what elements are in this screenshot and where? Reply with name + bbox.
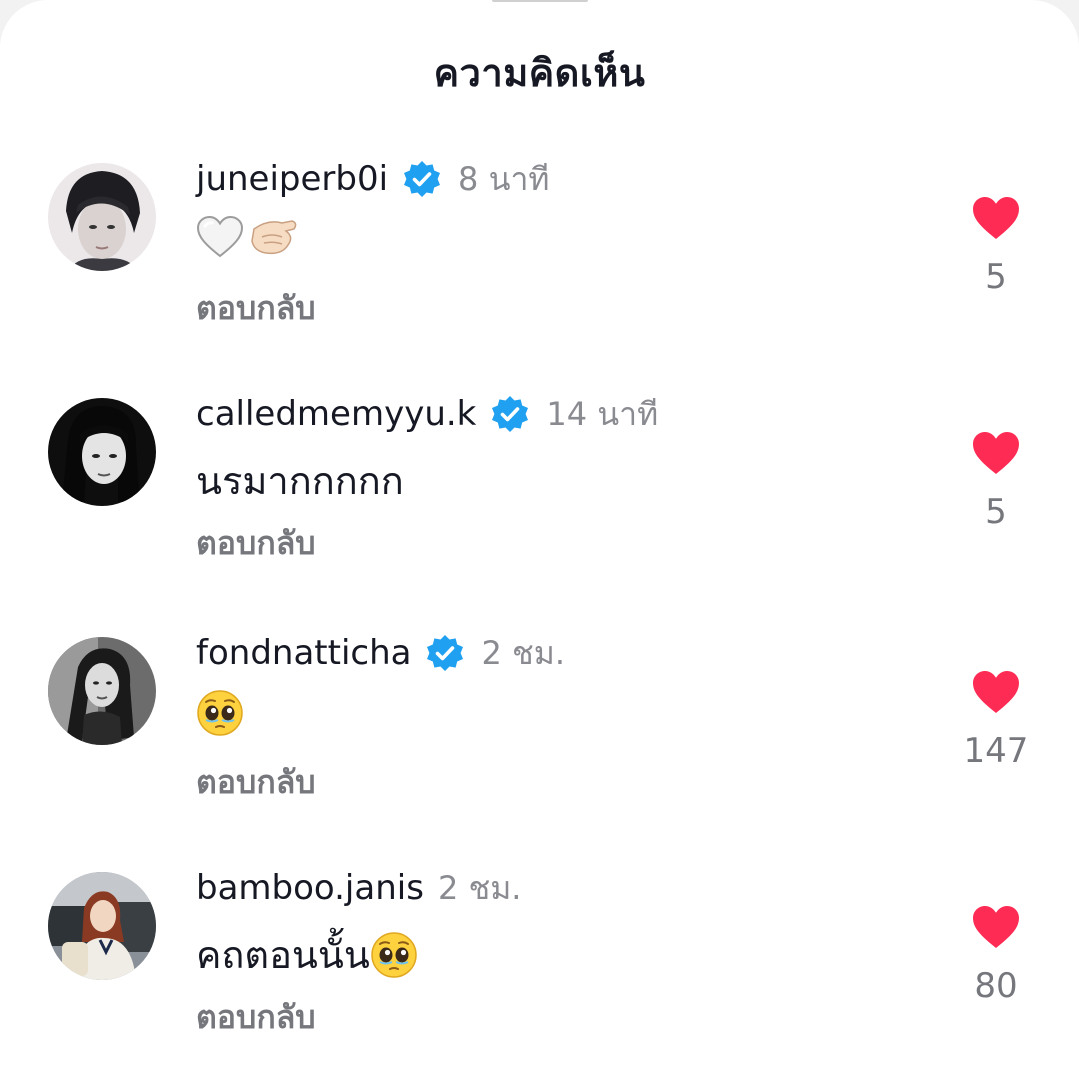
username[interactable]: bamboo.janis bbox=[196, 868, 424, 908]
comment-item: fondnatticha 2 ชม. ตอบกลับ 147 bbox=[0, 633, 1079, 837]
verified-badge-icon bbox=[427, 635, 464, 671]
comments-sheet: ความคิดเห็น juneiperb0i 8 นาที ตอบกลับ 5… bbox=[0, 0, 1079, 1080]
comment-text: นรมากกกกก bbox=[196, 450, 404, 511]
sheet-title: ความคิดเห็น bbox=[433, 51, 646, 95]
avatar[interactable] bbox=[48, 163, 156, 271]
heart-icon[interactable] bbox=[971, 669, 1021, 715]
pleading-face-emoji-icon bbox=[371, 931, 417, 978]
like-count: 5 bbox=[985, 257, 1007, 297]
comment-text-content: คถตอนนั้น bbox=[196, 933, 370, 977]
comment-text bbox=[196, 215, 300, 259]
comment-meta: juneiperb0i 8 นาที bbox=[196, 157, 550, 201]
verified-badge-icon bbox=[404, 161, 441, 197]
drag-handle[interactable] bbox=[492, 0, 588, 2]
comment-text-content: นรมากกกกก bbox=[196, 459, 404, 503]
pinching-hand-emoji-icon bbox=[251, 220, 297, 255]
comment-item: calledmemyyu.k 14 นาที นรมากกกกก ตอบกลับ… bbox=[0, 394, 1079, 598]
comment-item: bamboo.janis 2 ชม. คถตอนนั้น ตอบกลับ 80 bbox=[0, 868, 1079, 1072]
pleading-face-emoji-icon bbox=[197, 690, 243, 736]
heart-icon[interactable] bbox=[971, 430, 1021, 476]
comment-meta: calledmemyyu.k 14 นาที bbox=[196, 392, 658, 436]
heart-icon[interactable] bbox=[971, 904, 1021, 950]
username[interactable]: fondnatticha bbox=[196, 633, 411, 673]
comment-meta: fondnatticha 2 ชม. bbox=[196, 631, 565, 675]
avatar[interactable] bbox=[48, 637, 156, 745]
white-heart-emoji-icon bbox=[196, 215, 244, 258]
reply-button[interactable]: ตอบกลับ bbox=[196, 992, 316, 1043]
comment-time: 14 นาที bbox=[546, 394, 659, 433]
comment-time: 2 ชม. bbox=[437, 868, 522, 907]
like-count: 80 bbox=[974, 966, 1018, 1006]
comment-time: 8 นาที bbox=[458, 159, 550, 198]
avatar[interactable] bbox=[48, 872, 156, 980]
like-group: 80 bbox=[940, 904, 1052, 1006]
like-group: 147 bbox=[940, 669, 1052, 771]
reply-button[interactable]: ตอบกลับ bbox=[196, 518, 316, 569]
avatar[interactable] bbox=[48, 398, 156, 506]
reply-button[interactable]: ตอบกลับ bbox=[196, 757, 316, 808]
verified-badge-icon bbox=[492, 396, 529, 432]
comment-text: คถตอนนั้น bbox=[196, 924, 418, 985]
like-count: 5 bbox=[985, 492, 1007, 532]
comment-time: 2 ชม. bbox=[481, 633, 565, 672]
comment-meta: bamboo.janis 2 ชม. bbox=[196, 866, 521, 910]
like-group: 5 bbox=[940, 430, 1052, 532]
username[interactable]: juneiperb0i bbox=[196, 159, 388, 199]
comment-item: juneiperb0i 8 นาที ตอบกลับ 5 bbox=[0, 159, 1079, 363]
heart-icon[interactable] bbox=[971, 195, 1021, 241]
username[interactable]: calledmemyyu.k bbox=[196, 394, 476, 434]
like-count: 147 bbox=[963, 731, 1029, 771]
comment-text bbox=[196, 689, 244, 737]
like-group: 5 bbox=[940, 195, 1052, 297]
reply-button[interactable]: ตอบกลับ bbox=[196, 283, 316, 334]
